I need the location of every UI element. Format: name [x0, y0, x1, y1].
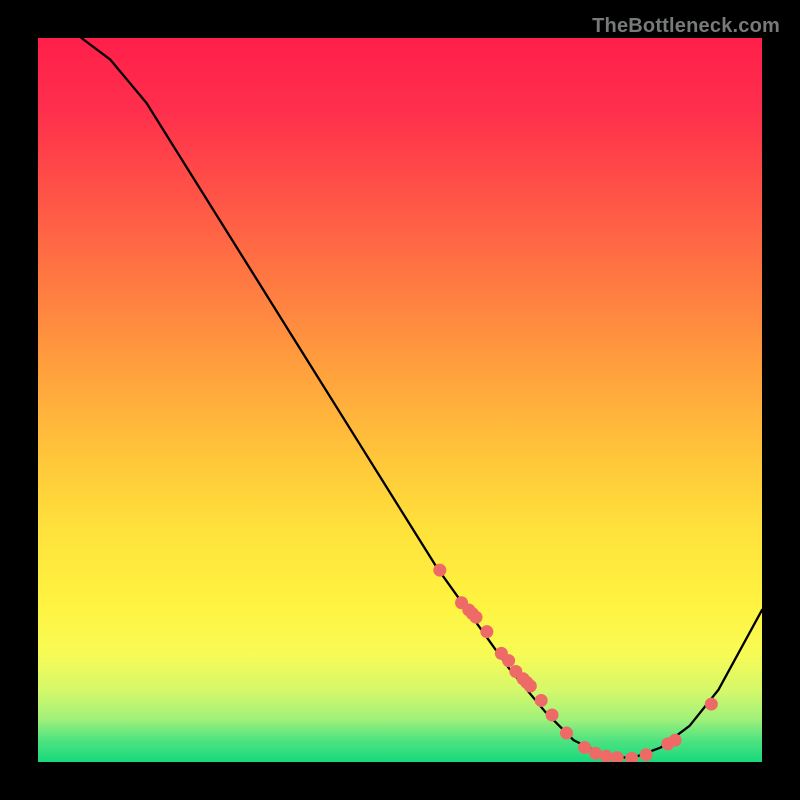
- data-marker: [433, 564, 446, 577]
- data-marker: [502, 654, 515, 667]
- data-marker: [669, 734, 682, 747]
- chart-svg: [38, 38, 762, 762]
- data-marker: [546, 708, 559, 721]
- data-marker: [524, 679, 537, 692]
- data-marker: [470, 611, 483, 624]
- data-marker: [535, 694, 548, 707]
- data-marker: [600, 750, 613, 762]
- data-marker: [480, 625, 493, 638]
- data-marker: [625, 752, 638, 762]
- data-marker: [640, 748, 653, 761]
- data-marker: [611, 751, 624, 762]
- curve-line: [81, 38, 762, 758]
- chart-container: TheBottleneck.com: [0, 0, 800, 800]
- curve-markers: [433, 564, 718, 762]
- data-marker: [589, 747, 602, 760]
- plot-gradient-area: [38, 38, 762, 762]
- watermark-text: TheBottleneck.com: [592, 15, 780, 38]
- data-marker: [560, 727, 573, 740]
- data-marker: [705, 698, 718, 711]
